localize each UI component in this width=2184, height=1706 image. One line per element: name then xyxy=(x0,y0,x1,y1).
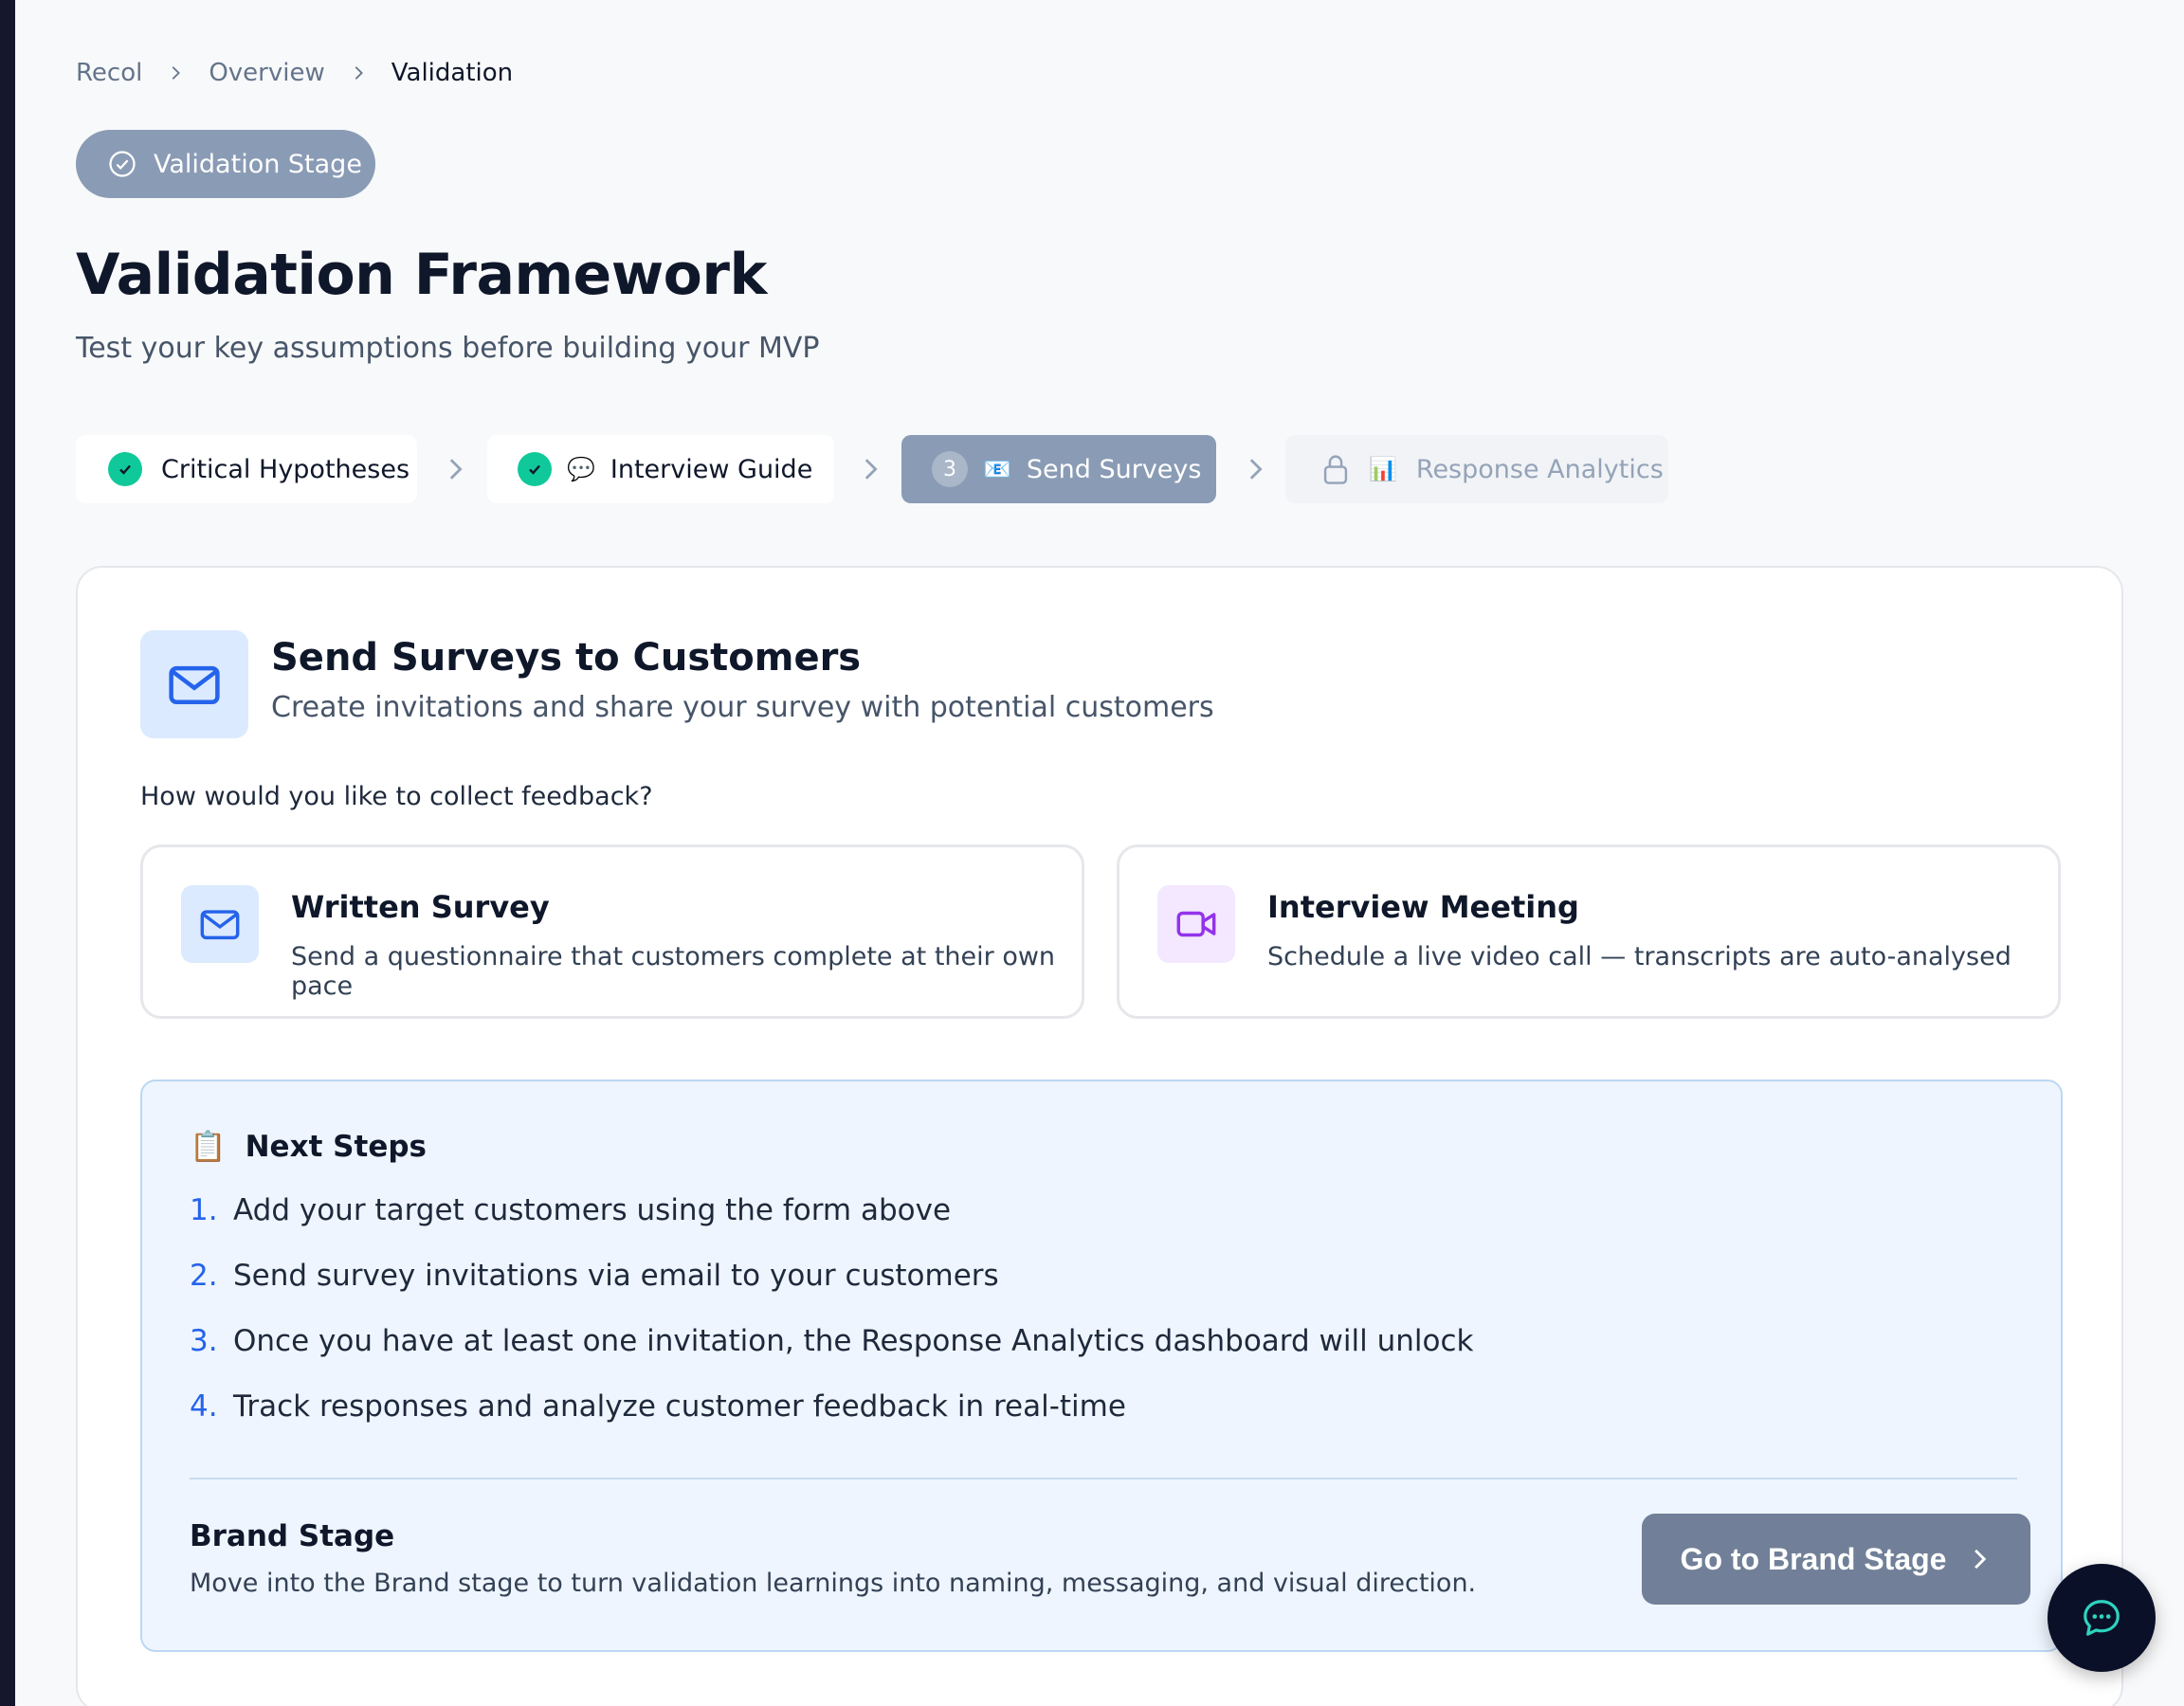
envelope-icon: 📧 xyxy=(983,456,1011,482)
next-steps-title: Next Steps xyxy=(245,1129,427,1164)
stage-badge-label: Validation Stage xyxy=(154,149,362,179)
list-text: Send survey invitations via email to you… xyxy=(233,1259,999,1293)
next-steps-list: 1. Add your target customers using the fo… xyxy=(190,1193,1473,1455)
chevron-right-icon xyxy=(1249,459,1263,480)
breadcrumb-item-recol[interactable]: Recol xyxy=(76,59,142,87)
step-label: Interview Guide xyxy=(610,454,813,484)
list-item: 1. Add your target customers using the fo… xyxy=(190,1193,1473,1259)
button-label: Go to Brand Stage xyxy=(1680,1541,1947,1576)
breadcrumb-current: Validation xyxy=(391,59,514,87)
list-text: Add your target customers using the form… xyxy=(233,1193,952,1227)
lock-icon xyxy=(1323,455,1348,484)
list-number: 2. xyxy=(190,1259,218,1293)
option-description: Send a questionnaire that customers comp… xyxy=(291,942,1056,1001)
list-number: 4. xyxy=(190,1389,218,1424)
left-rail xyxy=(0,0,15,1706)
next-steps-header: 📋 Next Steps xyxy=(190,1129,427,1165)
go-to-brand-stage-button[interactable]: Go to Brand Stage xyxy=(1642,1514,2030,1605)
feedback-question: How would you like to collect feedback? xyxy=(140,782,653,811)
stepper: Critical Hypotheses 💬 Interview Guide 3 … xyxy=(76,435,1687,503)
mail-icon xyxy=(181,885,259,963)
list-item: 3. Once you have at least one invitation,… xyxy=(190,1324,1473,1389)
step-critical-hypotheses[interactable]: Critical Hypotheses xyxy=(76,435,417,503)
option-interview-meeting[interactable]: Interview Meeting Schedule a live video … xyxy=(1117,844,2061,1019)
speech-bubble-icon: 💬 xyxy=(567,456,595,482)
brand-stage-description: Move into the Brand stage to turn valida… xyxy=(190,1569,1477,1598)
card-subtitle: Create invitations and share your survey… xyxy=(271,691,1214,724)
step-response-analytics[interactable]: 📊 Response Analytics xyxy=(1285,435,1668,503)
next-steps-panel: 📋 Next Steps 1. Add your target customers… xyxy=(140,1080,2063,1652)
page-subtitle: Test your key assumptions before buildin… xyxy=(76,332,820,365)
option-title: Written Survey xyxy=(291,889,550,925)
check-icon xyxy=(518,452,552,486)
option-written-survey[interactable]: Written Survey Send a questionnaire that… xyxy=(140,844,1084,1019)
chevron-right-icon xyxy=(1975,1549,1987,1570)
clipboard-icon: 📋 xyxy=(190,1130,227,1164)
step-label: Response Analytics xyxy=(1415,454,1664,484)
brand-stage-title: Brand Stage xyxy=(190,1519,395,1553)
list-item: 2. Send survey invitations via email to y… xyxy=(190,1259,1473,1324)
mail-icon xyxy=(140,630,248,738)
chat-bubble-icon xyxy=(2084,1600,2120,1636)
divider xyxy=(190,1478,2017,1479)
chevron-right-icon xyxy=(864,459,878,480)
chevron-right-icon xyxy=(355,66,363,80)
chevron-right-icon xyxy=(449,459,463,480)
check-icon xyxy=(108,452,142,486)
send-surveys-card: Send Surveys to Customers Create invitat… xyxy=(76,566,2123,1706)
step-send-surveys[interactable]: 3 📧 Send Surveys xyxy=(901,435,1216,503)
check-circle-icon xyxy=(109,151,136,177)
list-text: Once you have at least one invitation, t… xyxy=(233,1324,1474,1358)
chat-button[interactable] xyxy=(2048,1564,2156,1672)
step-label: Send Surveys xyxy=(1026,454,1202,484)
option-description: Schedule a live video call — transcripts… xyxy=(1267,942,2011,971)
list-number: 1. xyxy=(190,1193,218,1227)
breadcrumb-item-overview[interactable]: Overview xyxy=(209,59,324,87)
step-number: 3 xyxy=(932,451,968,487)
card-title: Send Surveys to Customers xyxy=(271,636,862,680)
list-text: Track responses and analyze customer fee… xyxy=(233,1389,1126,1424)
step-label: Critical Hypotheses xyxy=(161,454,410,484)
option-title: Interview Meeting xyxy=(1267,889,1579,925)
bar-chart-icon: 📊 xyxy=(1369,456,1397,482)
chevron-right-icon xyxy=(172,66,181,80)
video-icon xyxy=(1157,885,1235,963)
list-item: 4. Track responses and analyze customer f… xyxy=(190,1389,1473,1455)
list-number: 3. xyxy=(190,1324,218,1358)
page-title: Validation Framework xyxy=(76,242,767,308)
stage-badge: Validation Stage xyxy=(76,130,375,198)
breadcrumb: Recol Overview Validation xyxy=(76,59,513,87)
step-interview-guide[interactable]: 💬 Interview Guide xyxy=(487,435,834,503)
